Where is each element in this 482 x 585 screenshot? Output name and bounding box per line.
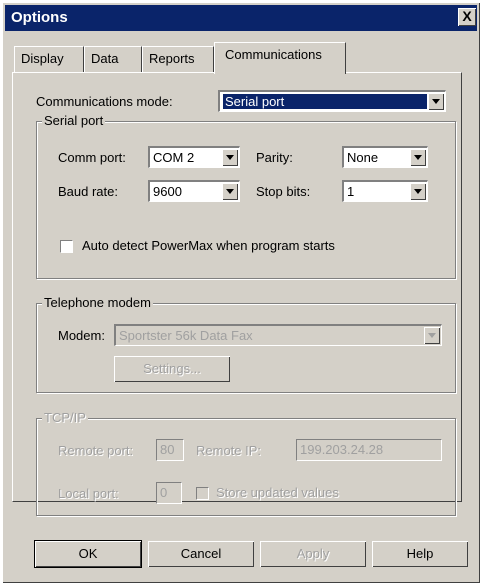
cancel-label: Cancel xyxy=(180,546,222,561)
remote-port-value: 80 xyxy=(160,442,175,457)
help-label: Help xyxy=(406,546,434,561)
telephone-modem-group xyxy=(36,303,456,393)
telephone-modem-title: Telephone modem xyxy=(42,295,153,310)
settings-button[interactable]: Settings... xyxy=(114,356,230,382)
tab-label: Communications xyxy=(225,47,322,62)
cancel-button[interactable]: Cancel xyxy=(148,541,254,567)
close-button[interactable]: X xyxy=(458,8,476,26)
auto-detect-label[interactable]: Auto detect PowerMax when program starts xyxy=(82,238,335,253)
modem-label: Modem: xyxy=(58,328,105,343)
remote-ip-field[interactable]: 199.203.24.28 xyxy=(296,439,442,461)
window-title: Options xyxy=(11,9,68,26)
modem-select[interactable]: Sportster 56k Data Fax xyxy=(114,324,442,346)
remote-ip-value: 199.203.24.28 xyxy=(300,442,384,457)
baud-rate-value: 9600 xyxy=(153,184,182,199)
baud-rate-select[interactable]: 9600 xyxy=(148,180,240,202)
parity-select[interactable]: None xyxy=(342,146,428,168)
chevron-down-icon[interactable] xyxy=(410,183,426,200)
serial-port-title: Serial port xyxy=(42,113,106,128)
chevron-down-icon[interactable] xyxy=(222,149,238,166)
store-values-checkbox[interactable] xyxy=(196,487,209,500)
stop-bits-value: 1 xyxy=(347,184,355,199)
comm-mode-value: Serial port xyxy=(223,94,427,109)
tcpip-title: TCP/IP xyxy=(42,410,88,425)
stop-bits-select[interactable]: 1 xyxy=(342,180,428,202)
remote-port-label: Remote port: xyxy=(58,443,134,458)
tab-label: Reports xyxy=(149,51,195,66)
comm-port-value: COM 2 xyxy=(153,150,195,165)
local-port-value: 0 xyxy=(160,485,168,500)
remote-ip-label: Remote IP: xyxy=(196,443,262,458)
tcpip-group xyxy=(36,418,456,516)
chevron-down-icon[interactable] xyxy=(428,93,444,110)
tab-reports[interactable]: Reports xyxy=(142,46,214,72)
tab-label: Data xyxy=(91,51,119,66)
stop-bits-label: Stop bits: xyxy=(256,184,311,199)
help-button[interactable]: Help xyxy=(372,541,468,567)
comm-port-label: Comm port: xyxy=(58,150,126,165)
tab-communications[interactable]: Communications xyxy=(214,42,346,74)
auto-detect-checkbox[interactable] xyxy=(60,240,73,253)
settings-label: Settings... xyxy=(143,361,201,376)
chevron-down-icon[interactable] xyxy=(222,183,238,200)
chevron-down-icon[interactable] xyxy=(424,327,440,344)
apply-button[interactable]: Apply xyxy=(260,541,366,567)
local-port-label: Local port: xyxy=(58,486,119,501)
tab-display[interactable]: Display xyxy=(14,46,84,72)
close-icon: X xyxy=(462,8,472,24)
chevron-down-icon[interactable] xyxy=(410,149,426,166)
tab-label: Display xyxy=(21,51,64,66)
remote-port-field[interactable]: 80 xyxy=(156,439,184,461)
comm-mode-select[interactable]: Serial port xyxy=(218,90,446,112)
comm-port-select[interactable]: COM 2 xyxy=(148,146,240,168)
local-port-field[interactable]: 0 xyxy=(156,482,182,504)
comm-mode-label: Communications mode: xyxy=(36,94,173,109)
store-values-label[interactable]: Store updated values xyxy=(216,485,339,500)
tab-data[interactable]: Data xyxy=(84,46,142,72)
modem-value: Sportster 56k Data Fax xyxy=(119,328,253,343)
parity-label: Parity: xyxy=(256,150,293,165)
parity-value: None xyxy=(347,150,379,165)
apply-label: Apply xyxy=(296,546,330,561)
ok-label: OK xyxy=(78,546,98,561)
baud-rate-label: Baud rate: xyxy=(58,184,118,199)
title-bar[interactable]: Options X xyxy=(5,5,477,31)
ok-button[interactable]: OK xyxy=(34,540,142,568)
